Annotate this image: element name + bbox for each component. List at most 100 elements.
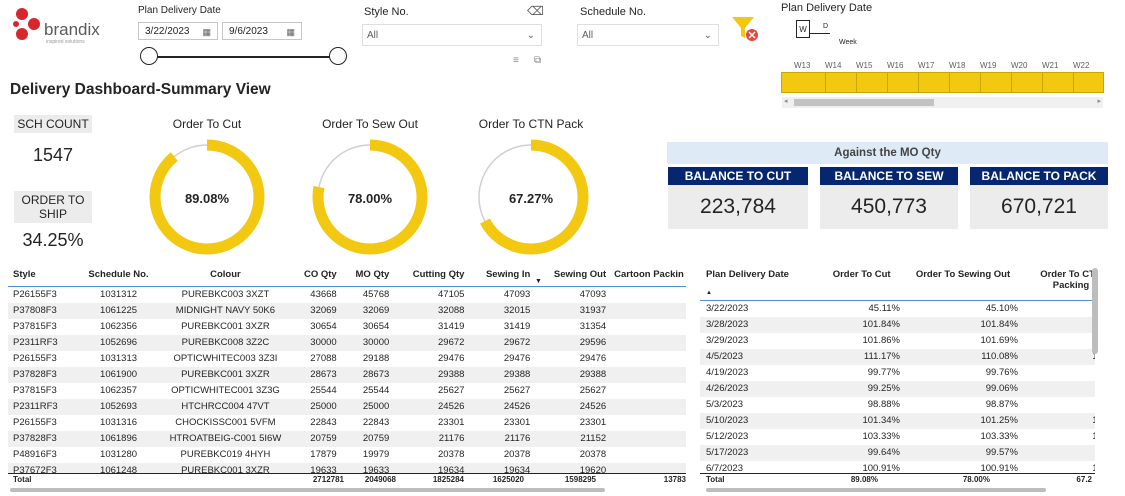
table-row[interactable]: 3/28/2023101.84%101.84%101.8: [700, 316, 1095, 333]
table-row[interactable]: 3/22/2023 45.11% 45.10% 45.0: [700, 300, 1095, 317]
schedule-dropdown[interactable]: All ⌄: [577, 24, 719, 46]
column-header[interactable]: Sewing In: [468, 264, 534, 286]
sort-asc-icon: ▲: [706, 290, 712, 296]
balance-to-pack-label: BALANCE TO PACK: [970, 167, 1108, 185]
column-header[interactable]: Sewing Out: [534, 264, 610, 286]
balance-to-cut-card: BALANCE TO CUT 223,784: [668, 167, 808, 229]
table-cell: 98.8: [1022, 397, 1095, 413]
week-label[interactable]: W16: [887, 61, 918, 71]
week-label[interactable]: W13: [794, 61, 825, 71]
date-range-start-handle[interactable]: [140, 47, 158, 65]
table-cell: 20378: [503, 448, 531, 460]
week-label[interactable]: W14: [825, 61, 856, 71]
total-co-qty: 2712781: [312, 475, 344, 484]
table-cell: 47093: [503, 288, 531, 300]
table-cell: 29476: [503, 352, 531, 364]
table-cell: 99.64%: [819, 444, 904, 461]
logo-text: brandix: [44, 20, 100, 39]
week-label[interactable]: W17: [918, 61, 949, 71]
table-cell: 20759: [289, 430, 341, 447]
column-header[interactable]: Schedule No.: [76, 264, 162, 286]
table-cell: 23301: [438, 416, 465, 428]
clear-filter-button[interactable]: [731, 15, 761, 43]
table-cell: P37828F3: [8, 430, 76, 447]
week-label[interactable]: W18: [949, 61, 980, 71]
table-row[interactable]: P37815F3 1062356 PUREBKC001 3XZR 30654 30654…: [8, 319, 686, 335]
table-cell: 99.57%: [904, 444, 1022, 461]
table-row[interactable]: P48916F3 1031280 PUREBKC019 4HYH 17879 19979…: [8, 447, 686, 463]
total-sewing-out: 1598295: [564, 475, 596, 484]
week-label[interactable]: W22: [1073, 61, 1104, 71]
table-cell: 22843: [310, 416, 337, 428]
total-order-to-ctn-packing: 67.2: [1076, 475, 1092, 484]
focus-mode-icon[interactable]: ⧉: [534, 55, 541, 66]
eraser-icon[interactable]: ⌫: [527, 4, 544, 18]
table-row[interactable]: P37828F3 1061896 HTROATBEIG-C001 5I6W 20759…: [8, 430, 686, 447]
table-cell: 99.25%: [819, 380, 904, 397]
column-header[interactable]: Cutting Qty: [393, 264, 468, 286]
table-cell: 5/17/2023: [700, 444, 820, 461]
table-row[interactable]: 3/29/2023 101.86% 101.69% 101.5: [700, 333, 1095, 349]
table-row[interactable]: 4/26/202399.25%99.06%99.0: [700, 380, 1095, 397]
table-row[interactable]: P37828F3 1061900 PUREBKC001 3XZR 28673 28673…: [8, 366, 686, 383]
style-dropdown[interactable]: All ⌄: [362, 24, 542, 46]
table-row[interactable]: P37808F3 1061225 MIDNIGHT NAVY 50K6 32069 32…: [8, 302, 686, 319]
right-table-total-row: Total 89.08% 78.00% 67.2: [700, 473, 1095, 486]
gauge-title: Order To Cut: [172, 117, 242, 131]
hierarchy-level-box[interactable]: W: [796, 20, 810, 38]
table-cell: 101.84%: [819, 316, 904, 333]
scrollbar-thumb[interactable]: [794, 99, 934, 106]
table-cell: 25627: [503, 384, 531, 396]
table-row[interactable]: 4/5/2023111.17%110.08%103.7: [700, 348, 1095, 365]
week-label[interactable]: W19: [980, 61, 1011, 71]
week-divider: [949, 73, 950, 92]
scroll-right-icon[interactable]: ▸: [1097, 97, 1101, 105]
week-timeline-bar[interactable]: [781, 72, 1104, 93]
week-label[interactable]: W21: [1042, 61, 1073, 71]
table-cell: 101.69%: [980, 334, 1018, 346]
sch-count-value: 1547: [32, 145, 74, 165]
week-scrollbar[interactable]: ◂ ▸: [782, 97, 1103, 108]
table-row[interactable]: P26155F3 1031316 CHOCKISSC001 5VFM 22843 228…: [8, 415, 686, 431]
table-cell: 1061225: [75, 302, 162, 319]
date-range-end-handle[interactable]: [329, 47, 347, 65]
column-header[interactable]: CO Qty: [289, 264, 340, 286]
end-date-input[interactable]: 9/6/2023 ▦: [222, 22, 302, 40]
table-row[interactable]: 5/3/2023 98.88% 98.87% 98.8: [700, 397, 1095, 413]
column-header[interactable]: Order To Cut: [819, 264, 904, 300]
right-table-horizontal-scrollbar[interactable]: [706, 488, 1046, 492]
column-header[interactable]: Plan Delivery Date ▲: [700, 264, 819, 300]
date-range-slider-track[interactable]: [150, 56, 338, 58]
column-header[interactable]: Colour: [161, 264, 289, 286]
table-row[interactable]: P26155F3 1031312 PUREBKC003 3XZT 43668 45768…: [8, 286, 686, 303]
table-row[interactable]: P37815F3 1062357 OPTICWHITEC001 3Z3G 25544 2…: [8, 383, 686, 399]
table-row[interactable]: P2311RF3 1052693 HTCHRCC004 47VT 25000 25000…: [8, 398, 686, 415]
table-cell: 45768: [362, 288, 390, 300]
week-label[interactable]: W20: [1011, 61, 1042, 71]
table-row[interactable]: 5/17/202399.64%99.57%99.5: [700, 444, 1095, 461]
table-cell: 99.5: [1022, 444, 1095, 461]
balance-to-cut-label: BALANCE TO CUT: [668, 167, 808, 185]
table-cell: P2311RF3: [8, 334, 76, 351]
right-table-vertical-scrollbar[interactable]: [1092, 268, 1098, 354]
table-row[interactable]: 5/12/2023 103.33% 103.33% 100.0: [700, 429, 1095, 445]
chevron-down-icon: ⌄: [526, 30, 535, 41]
table-cell: 101.86%: [862, 334, 900, 346]
table-row[interactable]: P26155F3 1031313 OPTICWHITEC003 3Z3I 27088 2…: [8, 351, 686, 367]
table-row[interactable]: 4/19/2023 99.77% 99.76% 98.8: [700, 365, 1095, 381]
filter-icon[interactable]: ≡: [513, 55, 519, 66]
column-header[interactable]: MO Qty: [341, 264, 394, 286]
calendar-icon[interactable]: ▦: [286, 23, 295, 41]
scroll-left-icon[interactable]: ◂: [784, 97, 788, 105]
main-table-horizontal-scrollbar[interactable]: [10, 488, 605, 492]
start-date-input[interactable]: 3/22/2023 ▦: [138, 22, 218, 40]
column-header[interactable]: Style: [8, 264, 76, 286]
column-header[interactable]: Cartoon Packin: [610, 264, 686, 286]
calendar-icon[interactable]: ▦: [202, 23, 211, 41]
table-row[interactable]: 5/10/2023101.34%101.25%100.4: [700, 412, 1095, 429]
column-header[interactable]: Order To Sewing Out: [904, 264, 1022, 300]
week-label[interactable]: W15: [856, 61, 887, 71]
table-cell: PUREBKC008 3Z2C: [161, 334, 290, 351]
column-header[interactable]: Order To CTN Packing: [1022, 264, 1095, 300]
table-row[interactable]: P2311RF3 1052696 PUREBKC008 3Z2C 30000 30000…: [8, 334, 686, 351]
